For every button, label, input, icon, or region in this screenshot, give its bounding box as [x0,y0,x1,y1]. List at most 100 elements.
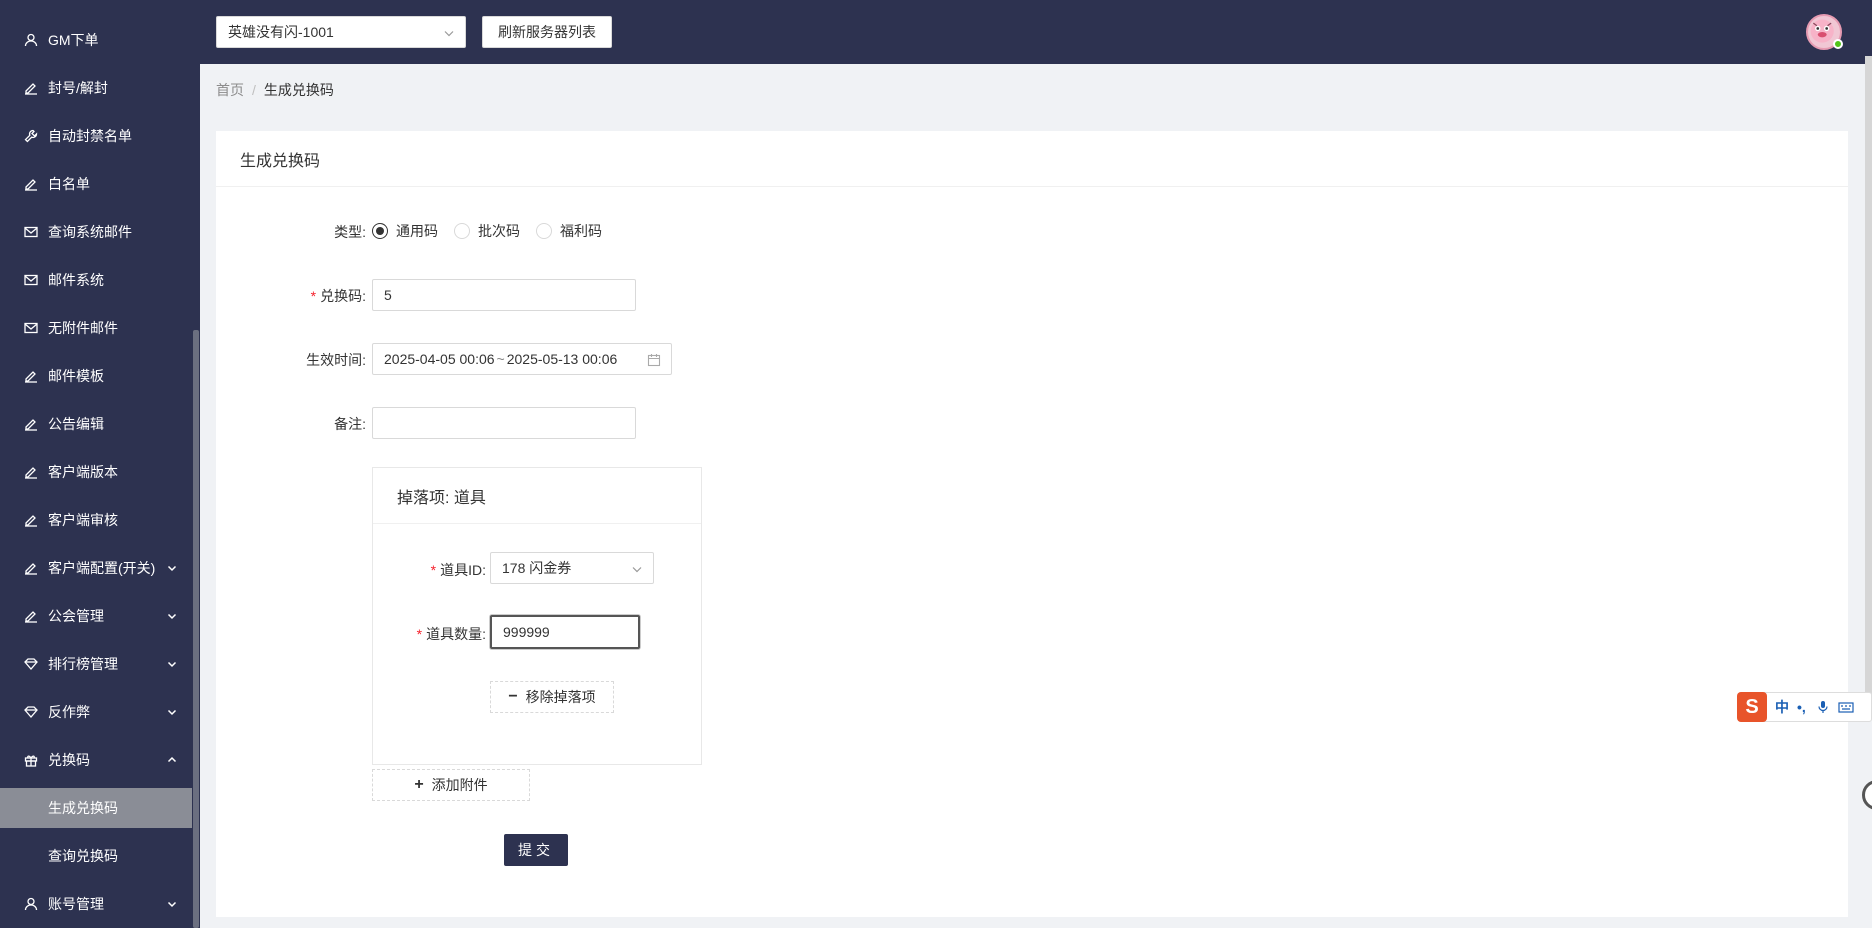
sidebar-item-label: 客户端审核 [48,512,118,528]
effective-time-label: 生效时间: [306,352,366,368]
sidebar-item-ban[interactable]: 封号/解封 [0,68,192,108]
ime-mode[interactable]: 中 [1775,697,1789,717]
sidebar-item-label: 查询系统邮件 [48,224,132,240]
breadcrumb-home[interactable]: 首页 [216,80,244,100]
sidebar-item-gm-order[interactable]: GM下单 [0,20,192,60]
sidebar-item-client-review[interactable]: 客户端审核 [0,500,192,540]
sidebar-item-label: 自动封禁名单 [48,128,132,144]
edit-icon [24,177,38,191]
mail-icon [24,321,38,335]
drop-item-title: 掉落项: 道具 [373,468,701,524]
sidebar-item-auto-ban-list[interactable]: 自动封禁名单 [0,116,192,156]
avatar[interactable] [1806,14,1843,50]
redeem-code-label: * 兑换码: [310,288,366,304]
breadcrumb-separator: / [252,82,256,98]
breadcrumb: 首页 / 生成兑换码 [216,80,334,100]
sidebar-item-account-management[interactable]: 账号管理 [0,884,192,924]
remove-drop-item-button[interactable]: − 移除掉落项 [490,681,614,713]
refresh-server-list-button[interactable]: 刷新服务器列表 [482,16,612,48]
calendar-icon [647,354,661,367]
item-quantity-input[interactable]: 999999 [490,615,640,649]
chevron-down-icon [167,613,177,620]
minus-icon: − [508,688,518,705]
server-select-value: 英雄没有闪-1001 [228,24,334,40]
ime-toolbar[interactable]: S 中 •, [1737,692,1872,722]
sidebar-item-query-system-mail[interactable]: 查询系统邮件 [0,212,192,252]
redeem-code-value: 5 [384,287,392,303]
chevron-down-icon [167,709,177,716]
ime-punctuation[interactable]: •, [1797,699,1806,715]
add-attachment-button[interactable]: + 添加附件 [372,769,530,801]
top-header: 英雄没有闪-1001 刷新服务器列表 [200,0,1872,64]
mail-icon [24,225,38,239]
item-id-value: 178 闪金券 [502,560,572,576]
edit-icon [24,513,38,527]
tool-icon [24,129,38,143]
sidebar-item-label: 账号管理 [48,896,104,912]
sidebar-item-label: 白名单 [48,176,90,192]
add-attachment-label: 添加附件 [431,777,488,793]
sidebar-item-leaderboard[interactable]: 排行榜管理 [0,644,192,684]
gift-icon [24,753,38,767]
edit-icon [24,561,38,575]
sidebar-item-generate-redeem-code[interactable]: 生成兑换码 [0,788,192,828]
keyboard-icon[interactable] [1838,700,1854,714]
page-scrollbar[interactable] [1865,56,1872,706]
edit-icon [24,609,38,623]
sidebar-item-guild-management[interactable]: 公会管理 [0,596,192,636]
server-select[interactable]: 英雄没有闪-1001 [216,16,466,48]
page-title: 生成兑换码 [216,131,1848,187]
radio-circle [372,223,388,239]
edit-icon [24,81,38,95]
item-id-label: * 道具ID: [430,562,486,578]
type-radio-welfare[interactable]: 福利码 [536,221,602,241]
chevron-down-icon [167,901,177,908]
type-label: 类型: [334,224,366,240]
user-icon [24,897,38,911]
floating-assistant-icon[interactable] [1862,780,1872,810]
edit-icon [24,465,38,479]
sidebar-item-announcement-edit[interactable]: 公告编辑 [0,404,192,444]
sidebar-item-redeem-code[interactable]: 兑换码 [0,740,192,780]
sidebar-item-label: 查询兑换码 [48,848,118,864]
time-separator: ~ [496,351,505,367]
sidebar-item-client-config[interactable]: 客户端配置(开关) [0,548,192,588]
effective-time-range-picker[interactable]: 2025-04-05 00:06 ~ 2025-05-13 00:06 [372,343,672,375]
breadcrumb-current: 生成兑换码 [263,82,334,98]
radio-circle [536,223,552,239]
note-input[interactable] [372,407,636,439]
type-radio-group: 通用码 批次码 福利码 [372,221,618,241]
sidebar-item-no-attachment-mail[interactable]: 无附件邮件 [0,308,192,348]
diamond-icon [24,705,38,719]
sidebar-item-query-redeem-code[interactable]: 查询兑换码 [0,836,192,876]
chevron-down-icon [167,661,177,668]
sidebar-scrollbar[interactable] [192,0,200,928]
item-quantity-label: * 道具数量: [416,626,486,642]
sidebar-item-label: 公会管理 [48,608,104,624]
chevron-up-icon [167,756,177,763]
time-end[interactable]: 2025-05-13 00:06 [507,351,618,367]
item-id-select[interactable]: 178 闪金券 [490,552,654,584]
time-start[interactable]: 2025-04-05 00:06 [384,351,495,367]
item-quantity-value: 999999 [503,624,550,640]
redeem-code-input[interactable]: 5 [372,279,636,311]
chevron-down-icon [167,565,177,572]
user-icon [24,33,38,47]
type-radio-general[interactable]: 通用码 [372,221,438,241]
sidebar-scrollbar-thumb[interactable] [193,330,199,928]
microphone-icon[interactable] [1816,700,1830,714]
note-label: 备注: [334,416,366,432]
edit-icon [24,417,38,431]
radio-label: 通用码 [396,223,438,239]
radio-label: 福利码 [560,223,602,239]
sidebar-item-label: 客户端配置(开关) [48,560,156,576]
type-radio-batch[interactable]: 批次码 [454,221,520,241]
sidebar-item-mail-template[interactable]: 邮件模板 [0,356,192,396]
sidebar: GM下单 封号/解封 自动封禁名单 白名单 查询系统邮件 邮件系统 无附件邮件 … [0,0,200,928]
submit-button[interactable]: 提交 [504,834,568,866]
edit-icon [24,369,38,383]
sidebar-item-anti-cheat[interactable]: 反作弊 [0,692,192,732]
sidebar-item-mail-system[interactable]: 邮件系统 [0,260,192,300]
sidebar-item-whitelist[interactable]: 白名单 [0,164,192,204]
sidebar-item-client-version[interactable]: 客户端版本 [0,452,192,492]
